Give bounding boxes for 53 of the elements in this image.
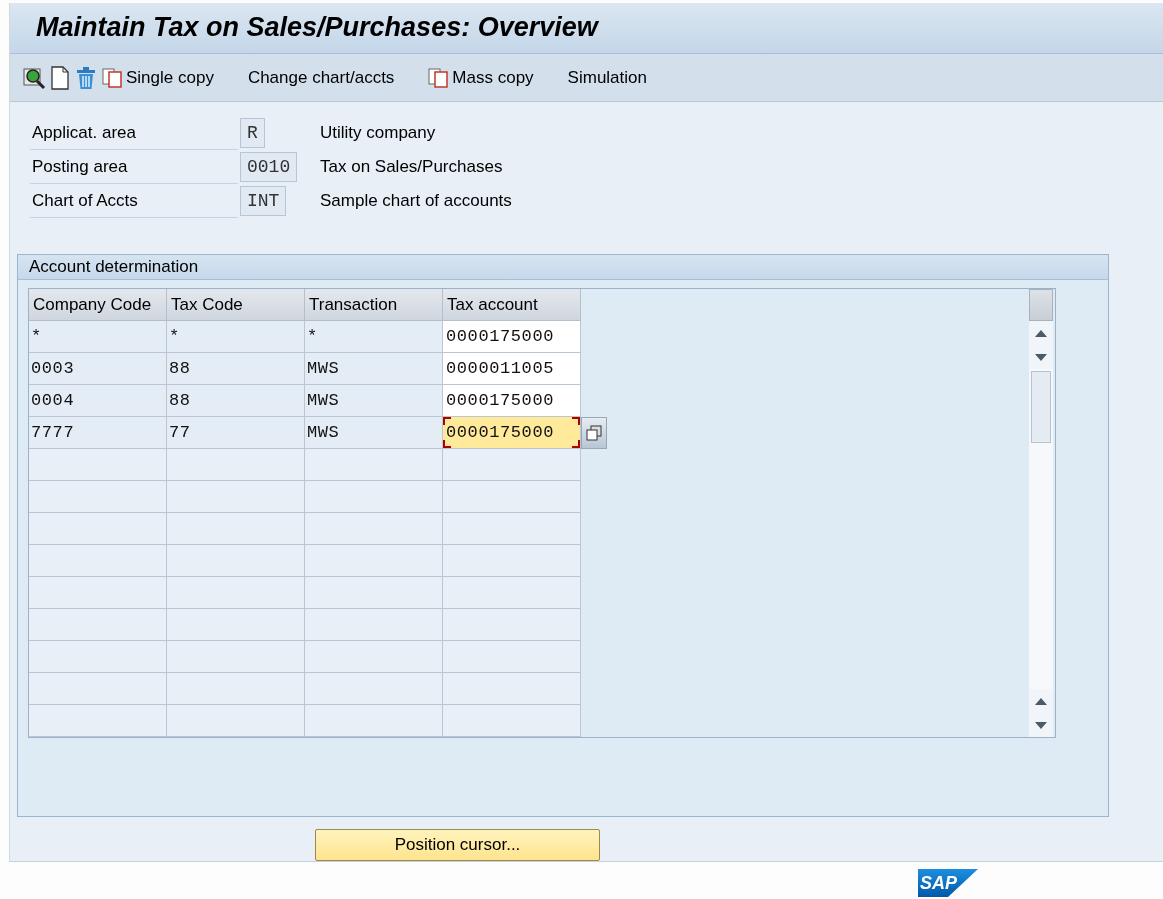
window-title: Maintain Tax on Sales/Purchases: Overview <box>10 3 1163 54</box>
field-label: Posting area <box>30 150 238 185</box>
input-field[interactable]: 0000011005 <box>443 353 581 386</box>
table-cell: MWS <box>305 385 443 418</box>
toolbar-button[interactable]: Mass copy <box>428 67 550 88</box>
table-cell: * <box>305 321 443 354</box>
field-description: Tax on Sales/Purchases <box>320 157 503 178</box>
table-cell: 88 <box>167 353 305 386</box>
table-cell: 88 <box>167 385 305 418</box>
table-cell: 77 <box>167 417 305 450</box>
up-arrow-icon <box>1035 697 1047 705</box>
toolbar-button[interactable]: Single copy <box>102 67 230 88</box>
table-cell: * <box>167 321 305 354</box>
value-help-button[interactable] <box>581 417 607 450</box>
down-arrow-icon <box>1035 353 1047 361</box>
field-description: Utility company <box>320 123 436 144</box>
toolbar-icon-button[interactable] <box>22 65 46 90</box>
field-value: INT <box>240 186 287 217</box>
table-cell: 7777 <box>29 417 167 450</box>
scrollbar-thumb[interactable] <box>1031 371 1051 444</box>
logo: SAP <box>918 869 978 897</box>
input-field[interactable]: 0000175000 <box>443 417 581 450</box>
blank-page-icon <box>50 65 70 90</box>
column-header[interactable]: Tax account <box>443 289 581 322</box>
copy-icon <box>102 67 124 88</box>
toolbar-icon-button[interactable] <box>50 65 70 90</box>
column-settings-button[interactable] <box>1029 289 1053 322</box>
field-label: Applicat. area <box>30 116 238 151</box>
down-arrow-icon <box>1035 721 1047 729</box>
table-cell: MWS <box>305 353 443 386</box>
trash-icon <box>74 65 98 90</box>
table-cell: * <box>29 321 167 354</box>
position-cursor-button[interactable]: Position cursor... <box>315 829 600 861</box>
table-cell: MWS <box>305 417 443 450</box>
column-header[interactable]: Company Code <box>29 289 167 322</box>
column-header[interactable]: Transaction <box>305 289 443 322</box>
field-description: Sample chart of accounts <box>320 191 512 212</box>
table-cell: 0003 <box>29 353 167 386</box>
field-value: R <box>240 118 265 149</box>
field-label: Chart of Accts <box>30 184 238 219</box>
toolbar-button[interactable]: Change chart/accts <box>247 67 411 88</box>
table-cell: 0004 <box>29 385 167 418</box>
up-arrow-icon <box>1035 329 1047 337</box>
toolbar-button[interactable]: Simulation <box>567 67 663 88</box>
group-title: Account determination <box>18 255 1108 281</box>
magnifier-icon <box>22 65 46 90</box>
column-header[interactable]: Tax Code <box>167 289 305 322</box>
input-field[interactable]: 0000175000 <box>443 385 581 418</box>
copy-icon <box>586 425 602 442</box>
input-field[interactable]: 0000175000 <box>443 321 581 354</box>
scrollbar[interactable] <box>1029 289 1053 738</box>
field-value: 0010 <box>240 152 298 183</box>
copy-icon <box>428 67 451 88</box>
